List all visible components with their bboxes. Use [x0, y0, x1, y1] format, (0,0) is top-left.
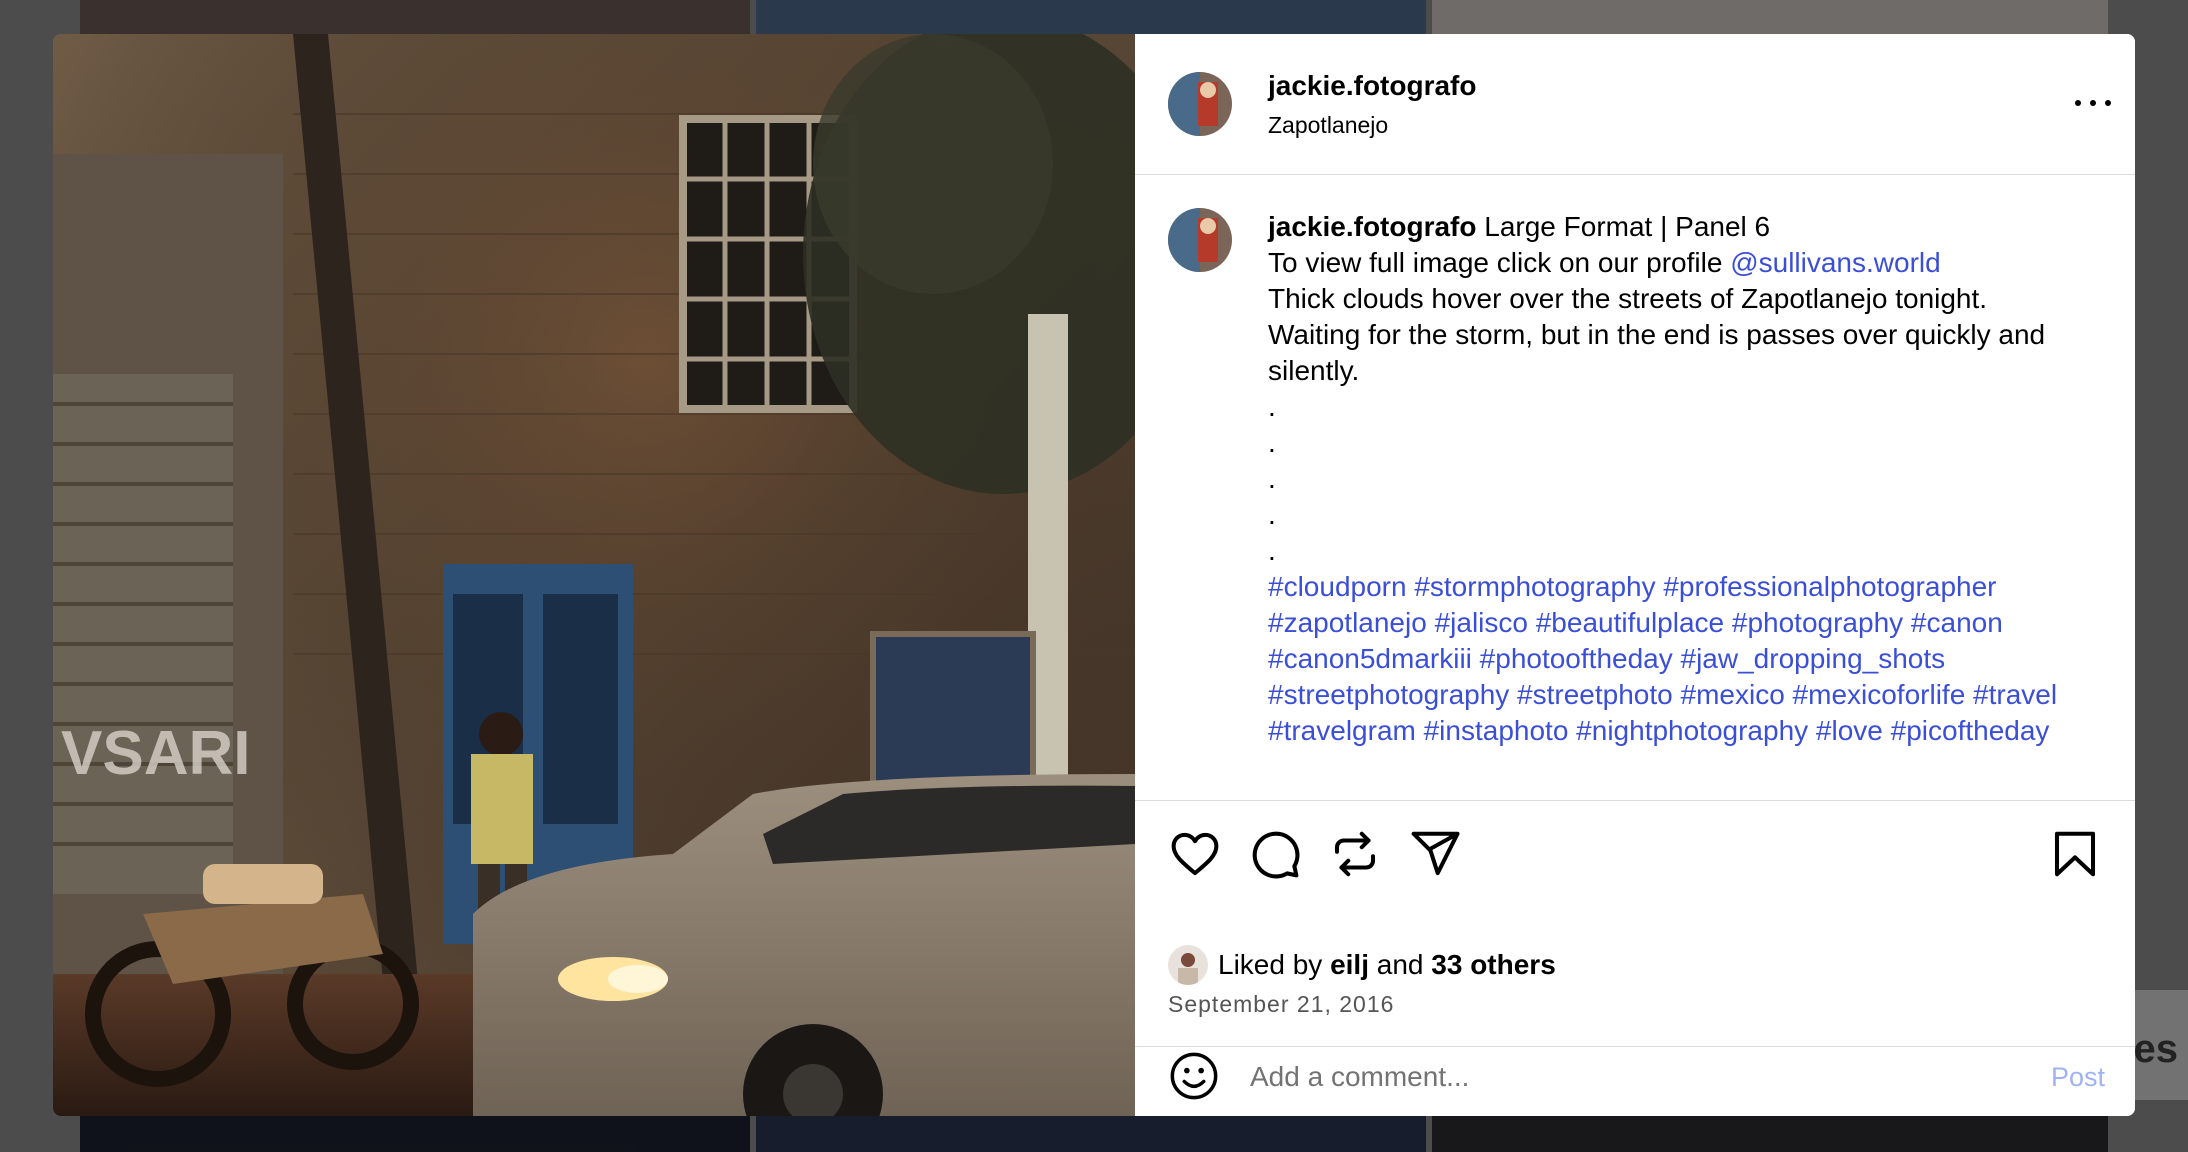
share-button[interactable]	[1408, 827, 1462, 881]
save-button[interactable]	[2048, 827, 2102, 881]
post-header: jackie.fotografo Zapotlanejo	[1135, 34, 2135, 175]
emoji-icon	[1170, 1052, 1218, 1100]
caption-title: Large Format | Panel 6	[1484, 211, 1771, 242]
more-options-button[interactable]	[2073, 88, 2113, 118]
caption-author-avatar[interactable]	[1168, 208, 1232, 272]
liker-username[interactable]: eilj	[1330, 949, 1369, 981]
comment-button[interactable]	[1248, 827, 1302, 881]
caption-hashtags[interactable]: #cloudporn #stormphotography #profession…	[1268, 571, 2057, 746]
caption-dot: .	[1268, 535, 1276, 566]
author-username[interactable]: jackie.fotografo	[1268, 70, 1476, 102]
more-icon-dot	[2105, 100, 2111, 106]
post-date[interactable]: September 21, 2016	[1168, 991, 1394, 1018]
heart-icon	[1171, 832, 1219, 876]
caption-mention-link[interactable]: @sullivans.world	[1730, 247, 1941, 278]
repost-icon	[1334, 831, 1376, 877]
more-icon-dot	[2090, 100, 2096, 106]
caption-dot: .	[1268, 391, 1276, 422]
post-details-panel: jackie.fotografo Zapotlanejo jackie.foto…	[1135, 34, 2135, 1116]
svg-text:VSARI: VSARI	[61, 719, 250, 788]
caption-text: jackie.fotografo Large Format | Panel 6 …	[1268, 209, 2068, 749]
post-location[interactable]: Zapotlanejo	[1268, 112, 1388, 139]
post-modal: VSARI jackie.fotografo Zapotlanejo jacki…	[53, 34, 2135, 1116]
post-photo[interactable]: VSARI	[53, 34, 1135, 1116]
likes-others-link[interactable]: 33 others	[1431, 949, 1556, 981]
likes-and: and	[1376, 949, 1424, 980]
comment-input[interactable]	[1248, 1054, 1992, 1100]
like-button[interactable]	[1168, 827, 1222, 881]
backdrop-partial-text: es	[2133, 1027, 2179, 1071]
post-caption: jackie.fotografo Large Format | Panel 6 …	[1135, 174, 2135, 799]
bookmark-icon	[2054, 831, 2096, 877]
caption-line-2: Thick clouds hover over the streets of Z…	[1268, 283, 2046, 386]
more-icon	[2075, 100, 2081, 106]
liker-avatar[interactable]	[1168, 945, 1208, 985]
caption-username[interactable]: jackie.fotografo	[1268, 211, 1476, 242]
likes-prefix: Liked by	[1218, 949, 1323, 980]
comment-icon	[1252, 831, 1300, 879]
caption-dot: .	[1268, 427, 1276, 458]
repost-button[interactable]	[1328, 827, 1382, 881]
author-avatar[interactable]	[1168, 72, 1232, 136]
post-actions: Liked by eilj and 33 others September 21…	[1135, 800, 2135, 1047]
emoji-button[interactable]	[1168, 1050, 1220, 1102]
likes-summary: Liked by eilj and 33 others	[1168, 943, 1556, 987]
post-comment-button[interactable]: Post	[2051, 1062, 2105, 1093]
caption-line-1: To view full image click on our profile	[1268, 247, 1723, 278]
comment-bar: Post	[1135, 1046, 2135, 1116]
share-icon	[1411, 831, 1460, 876]
caption-dot: .	[1268, 463, 1276, 494]
caption-dot: .	[1268, 499, 1276, 530]
